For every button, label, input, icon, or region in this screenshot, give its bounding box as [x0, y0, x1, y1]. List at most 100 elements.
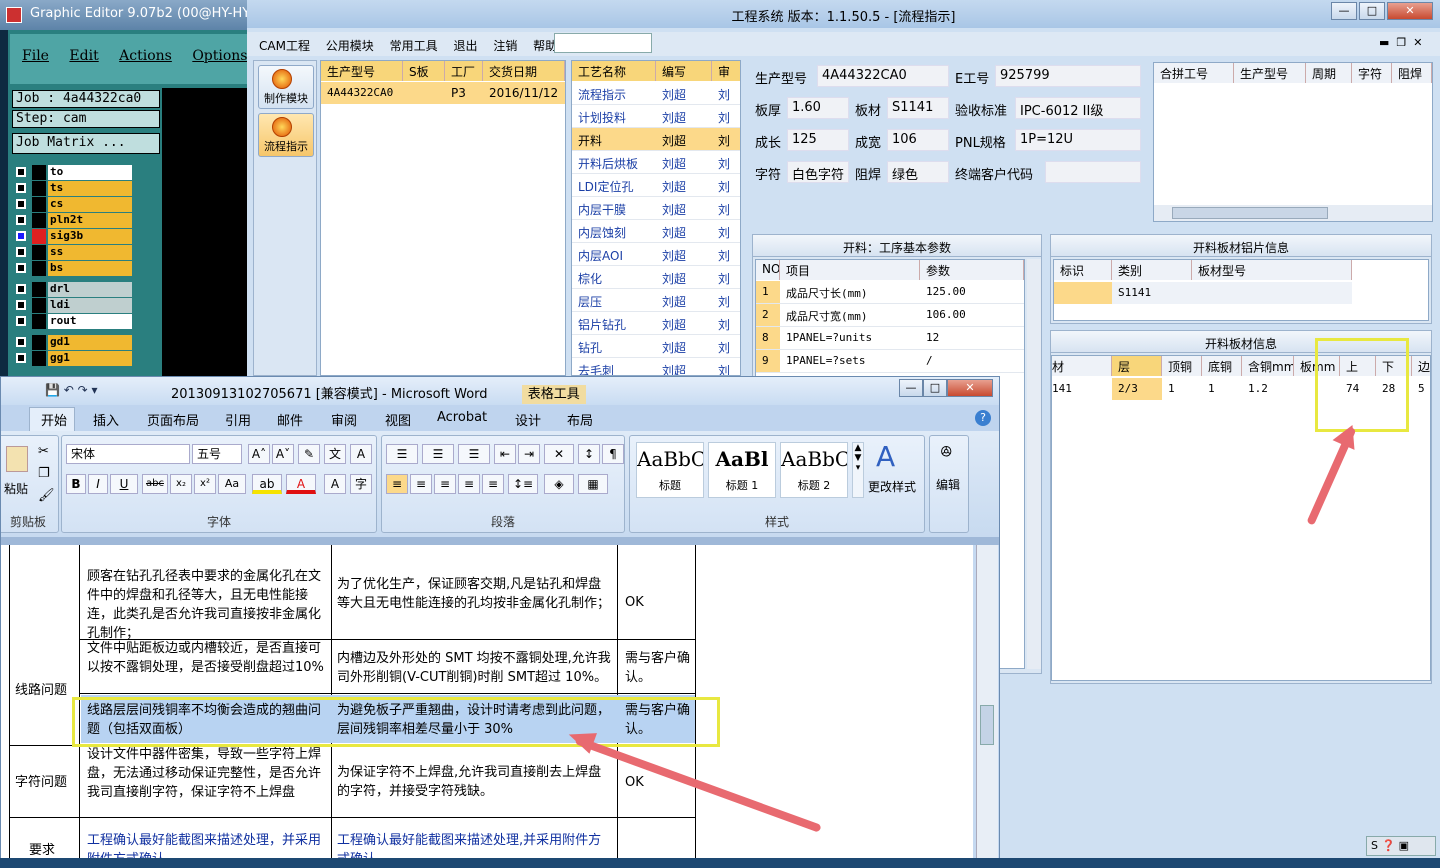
ge-menu-actions[interactable]: Actions: [119, 48, 172, 64]
table-row[interactable]: 内层蚀刻 刘超 刘: [572, 220, 740, 243]
table-row[interactable]: 计划投料 刘超 刘: [572, 105, 740, 128]
col-header[interactable]: 材: [1052, 356, 1112, 376]
col-header[interactable]: 参数: [920, 260, 1024, 280]
change-styles-label[interactable]: 更改样式: [868, 478, 916, 495]
layer-row[interactable]: ldi: [12, 298, 134, 313]
layer-checkbox[interactable]: [16, 337, 26, 347]
shading-icon[interactable]: ◈: [544, 474, 574, 494]
col-header[interactable]: 生产型号: [1234, 63, 1306, 83]
table-row[interactable]: 开料 刘超 刘: [572, 128, 740, 151]
align-center-icon[interactable]: ≡: [410, 474, 432, 494]
ge-menu-edit[interactable]: Edit: [69, 48, 98, 64]
strikethrough-icon[interactable]: abc: [142, 474, 168, 494]
eno-field[interactable]: 925799: [995, 65, 1141, 87]
multilevel-list-icon[interactable]: ☰: [458, 444, 490, 464]
taskbar[interactable]: [0, 858, 1440, 868]
cut-icon[interactable]: ✂: [38, 444, 49, 459]
col-header[interactable]: 交货日期: [483, 61, 565, 81]
layer-row[interactable]: drl: [12, 282, 134, 297]
table-row[interactable]: 4A44322CA0 P3 2016/11/12: [321, 82, 565, 104]
model-field[interactable]: 4A44322CA0: [817, 65, 949, 87]
change-styles-icon[interactable]: A: [876, 440, 895, 473]
table-row[interactable]: 去毛刺 刘超 刘: [572, 358, 740, 375]
layer-checkbox[interactable]: [16, 167, 26, 177]
change-case-icon[interactable]: Aa: [218, 474, 246, 494]
table-row[interactable]: 钻孔 刘超 刘: [572, 335, 740, 358]
cell[interactable]: 5: [1412, 378, 1430, 400]
menu-combo[interactable]: [554, 33, 652, 53]
thickness-field[interactable]: 1.60: [787, 97, 849, 119]
enclose-char-icon[interactable]: 字: [350, 474, 372, 494]
table-row[interactable]: 开料后烘板 刘超 刘: [572, 151, 740, 174]
layer-checkbox[interactable]: [16, 183, 26, 193]
layer-row[interactable]: cs: [12, 197, 134, 212]
status-cell[interactable]: OK: [625, 593, 691, 612]
issue-cell[interactable]: 顾客在钻孔孔径表中要求的金属化孔在文件中的焊盘和孔径等大，且无电性能接连，此类孔…: [87, 567, 327, 639]
font-color-icon[interactable]: A: [286, 474, 316, 494]
job-matrix-button[interactable]: Job Matrix ...: [12, 133, 160, 154]
edit-label[interactable]: 编辑: [936, 476, 960, 493]
layer-checkbox[interactable]: [16, 199, 26, 209]
layer-row[interactable]: pln2t: [12, 213, 134, 228]
tab-insert[interactable]: 插入: [93, 410, 119, 429]
col-header[interactable]: 顶铜: [1162, 356, 1202, 376]
cell[interactable]: 1: [1202, 378, 1242, 400]
solution-cell[interactable]: 内槽边及外形处的 SMT 均按不露铜处理,允许我司外形削铜(V-CUT削铜)时削…: [337, 649, 615, 691]
width-field[interactable]: 106: [887, 129, 949, 151]
cell[interactable]: 141: [1052, 378, 1112, 400]
material-field[interactable]: S1141: [887, 97, 949, 119]
mask-field[interactable]: 绿色: [887, 161, 949, 183]
table-row[interactable]: 层压 刘超 刘: [572, 289, 740, 312]
col-header[interactable]: NO: [756, 260, 780, 280]
col-header[interactable]: 板材型号: [1192, 260, 1352, 280]
col-header[interactable]: S板: [403, 61, 445, 81]
standard-field[interactable]: IPC-6012 II级: [1015, 97, 1141, 119]
col-header[interactable]: 项目: [780, 260, 920, 280]
col-header[interactable]: 审: [712, 61, 740, 81]
col-header[interactable]: 标识: [1054, 260, 1112, 280]
table-row[interactable]: LDI定位孔 刘超 刘: [572, 174, 740, 197]
customer-field[interactable]: [1045, 161, 1141, 183]
col-header[interactable]: 层: [1112, 356, 1162, 376]
table-row[interactable]: 铝片钻孔 刘超 刘: [572, 312, 740, 335]
col-header[interactable]: 合拼工号: [1154, 63, 1234, 83]
cell[interactable]: [1192, 282, 1352, 304]
scroll-thumb[interactable]: [980, 705, 994, 745]
col-header[interactable]: 边: [1412, 356, 1430, 376]
word-maximize-button[interactable]: □: [923, 379, 947, 397]
tab-home[interactable]: 开始: [41, 410, 67, 429]
cell[interactable]: 2/3: [1112, 378, 1162, 400]
underline-icon[interactable]: U: [110, 474, 138, 494]
quick-access-toolbar[interactable]: 💾 ↶ ↷ ▾: [1, 377, 121, 405]
table-row[interactable]: 棕化 刘超 刘: [572, 266, 740, 289]
style-heading1[interactable]: AaBl 标题 1: [708, 442, 776, 498]
mdi-controls[interactable]: ▬ ❐ ✕: [1379, 36, 1422, 49]
tab-design[interactable]: 设计: [515, 410, 541, 429]
decrease-indent-icon[interactable]: ⇤: [494, 444, 516, 464]
word-close-button[interactable]: ✕: [947, 379, 993, 397]
issue-cell[interactable]: 设计文件中器件密集，导致一些字符上焊盘，无法通过移动保证完整性，是否允许我司直接…: [87, 745, 327, 817]
menu-exit[interactable]: 退出: [453, 39, 477, 53]
table-row[interactable]: 内层AOI 刘超 刘: [572, 243, 740, 266]
layer-checkbox[interactable]: [16, 284, 26, 294]
word-minimize-button[interactable]: —: [899, 379, 923, 397]
solution-cell[interactable]: 为保证字符不上焊盘,允许我司直接削去上焊盘的字符，并接受字符残缺。: [337, 763, 613, 805]
ge-menu-options[interactable]: Options: [192, 48, 247, 64]
font-name-select[interactable]: 宋体: [66, 444, 190, 464]
borders-icon[interactable]: ▦: [578, 474, 608, 494]
word-vscrollbar[interactable]: [976, 545, 998, 867]
layer-checkbox[interactable]: [16, 231, 26, 241]
grow-font-icon[interactable]: A˄: [248, 444, 270, 464]
align-left-icon[interactable]: ≡: [386, 474, 408, 494]
col-header[interactable]: 底铜: [1202, 356, 1242, 376]
col-header[interactable]: 阻焊: [1392, 63, 1432, 83]
scroll-thumb[interactable]: [1172, 207, 1328, 219]
tab-mailings[interactable]: 邮件: [277, 410, 303, 429]
merge-hscrollbar[interactable]: [1154, 205, 1432, 221]
layer-row[interactable]: gg1: [12, 351, 134, 366]
col-header[interactable]: 工艺名称: [572, 61, 656, 81]
shrink-font-icon[interactable]: A˅: [272, 444, 294, 464]
minimize-button[interactable]: —: [1331, 2, 1357, 20]
layer-row[interactable]: rout: [12, 314, 134, 329]
numbering-icon[interactable]: ☰: [422, 444, 454, 464]
